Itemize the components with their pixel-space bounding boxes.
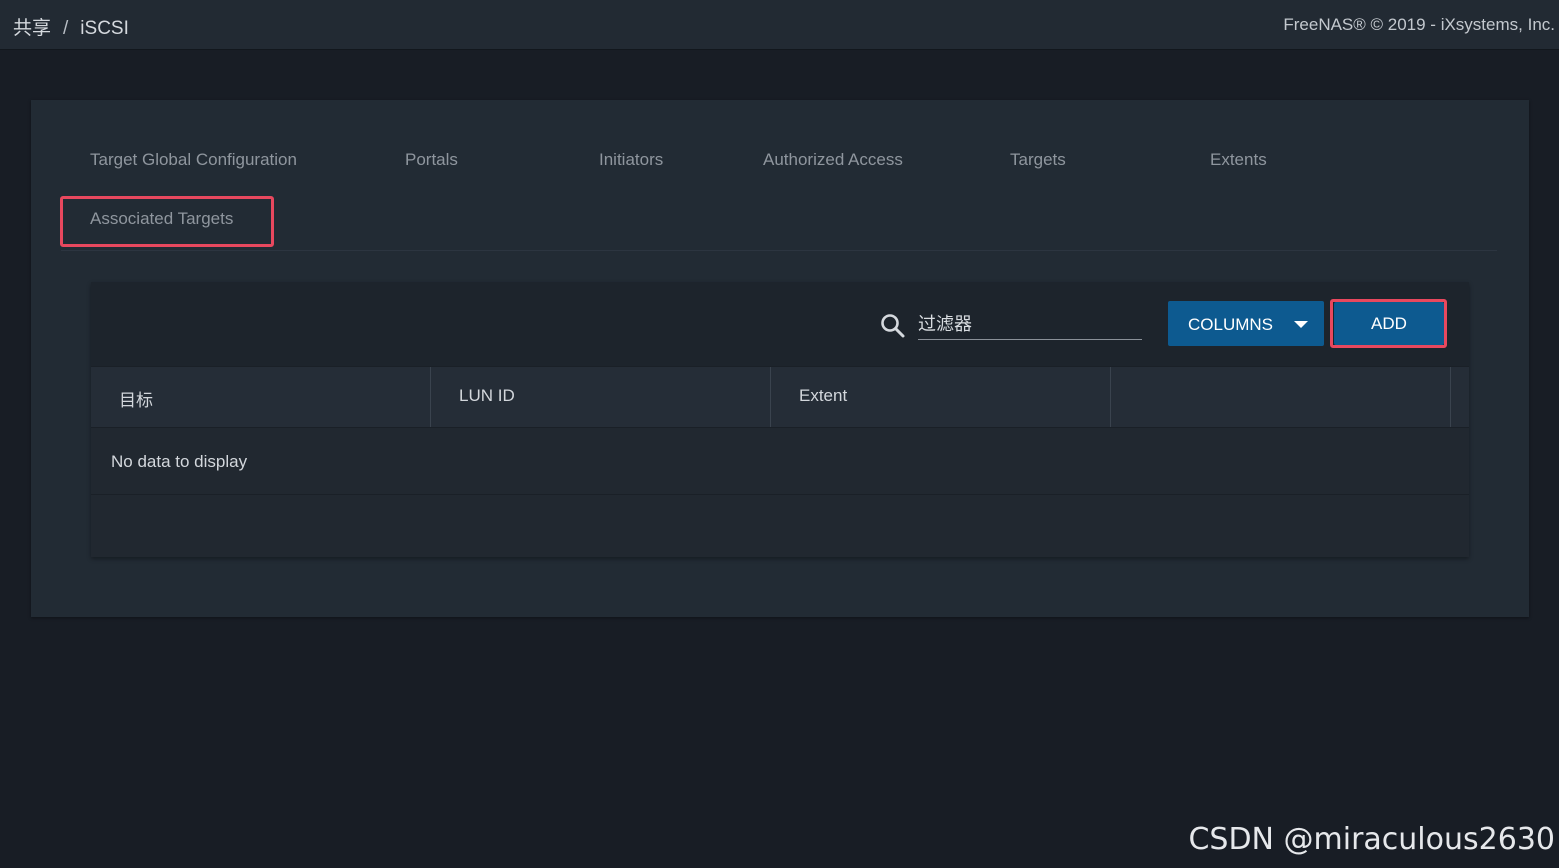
tab-target-global-configuration[interactable]: Target Global Configuration [90, 150, 297, 170]
column-header-extent[interactable]: Extent [771, 367, 1111, 427]
columns-button[interactable]: COLUMNS [1168, 301, 1324, 346]
breadcrumb-item-iscsi: iSCSI [80, 18, 129, 39]
top-bar: 共享 / iSCSI FreeNAS® © 2019 - iXsystems, In… [0, 0, 1559, 50]
breadcrumb: 共享 / iSCSI [13, 13, 129, 40]
column-header-lun-id[interactable]: LUN ID [431, 367, 771, 427]
associated-targets-table-card: COLUMNS ADD 目标 LUN ID Extent No data to … [91, 282, 1469, 557]
breadcrumb-separator: / [63, 18, 69, 39]
tab-bar: Target Global Configuration Portals Init… [60, 130, 1497, 251]
iscsi-card: Target Global Configuration Portals Init… [31, 100, 1529, 617]
breadcrumb-item-share[interactable]: 共享 [13, 18, 51, 39]
tab-initiators[interactable]: Initiators [599, 150, 663, 170]
table-toolbar: COLUMNS ADD [91, 282, 1469, 366]
column-header-target[interactable]: 目标 [91, 367, 431, 427]
column-header-actions [1111, 367, 1451, 427]
associated-targets-highlight-box [60, 196, 274, 247]
chevron-down-icon [1294, 321, 1308, 328]
add-button-highlight-box [1330, 299, 1447, 348]
columns-button-label: COLUMNS [1188, 315, 1274, 334]
tab-targets[interactable]: Targets [1010, 150, 1066, 170]
empty-table-row: No data to display [91, 428, 1469, 495]
tab-authorized-access[interactable]: Authorized Access [763, 150, 903, 170]
table-header: 目标 LUN ID Extent [91, 366, 1469, 428]
watermark-text: CSDN @miraculous2630 [1188, 822, 1555, 857]
tab-portals[interactable]: Portals [405, 150, 458, 170]
tab-extents[interactable]: Extents [1210, 150, 1267, 170]
empty-message: No data to display [111, 452, 248, 471]
copyright-text: FreeNAS® © 2019 - iXsystems, Inc. [1283, 15, 1555, 34]
filter-input[interactable] [918, 310, 1142, 340]
search-icon [881, 314, 905, 338]
